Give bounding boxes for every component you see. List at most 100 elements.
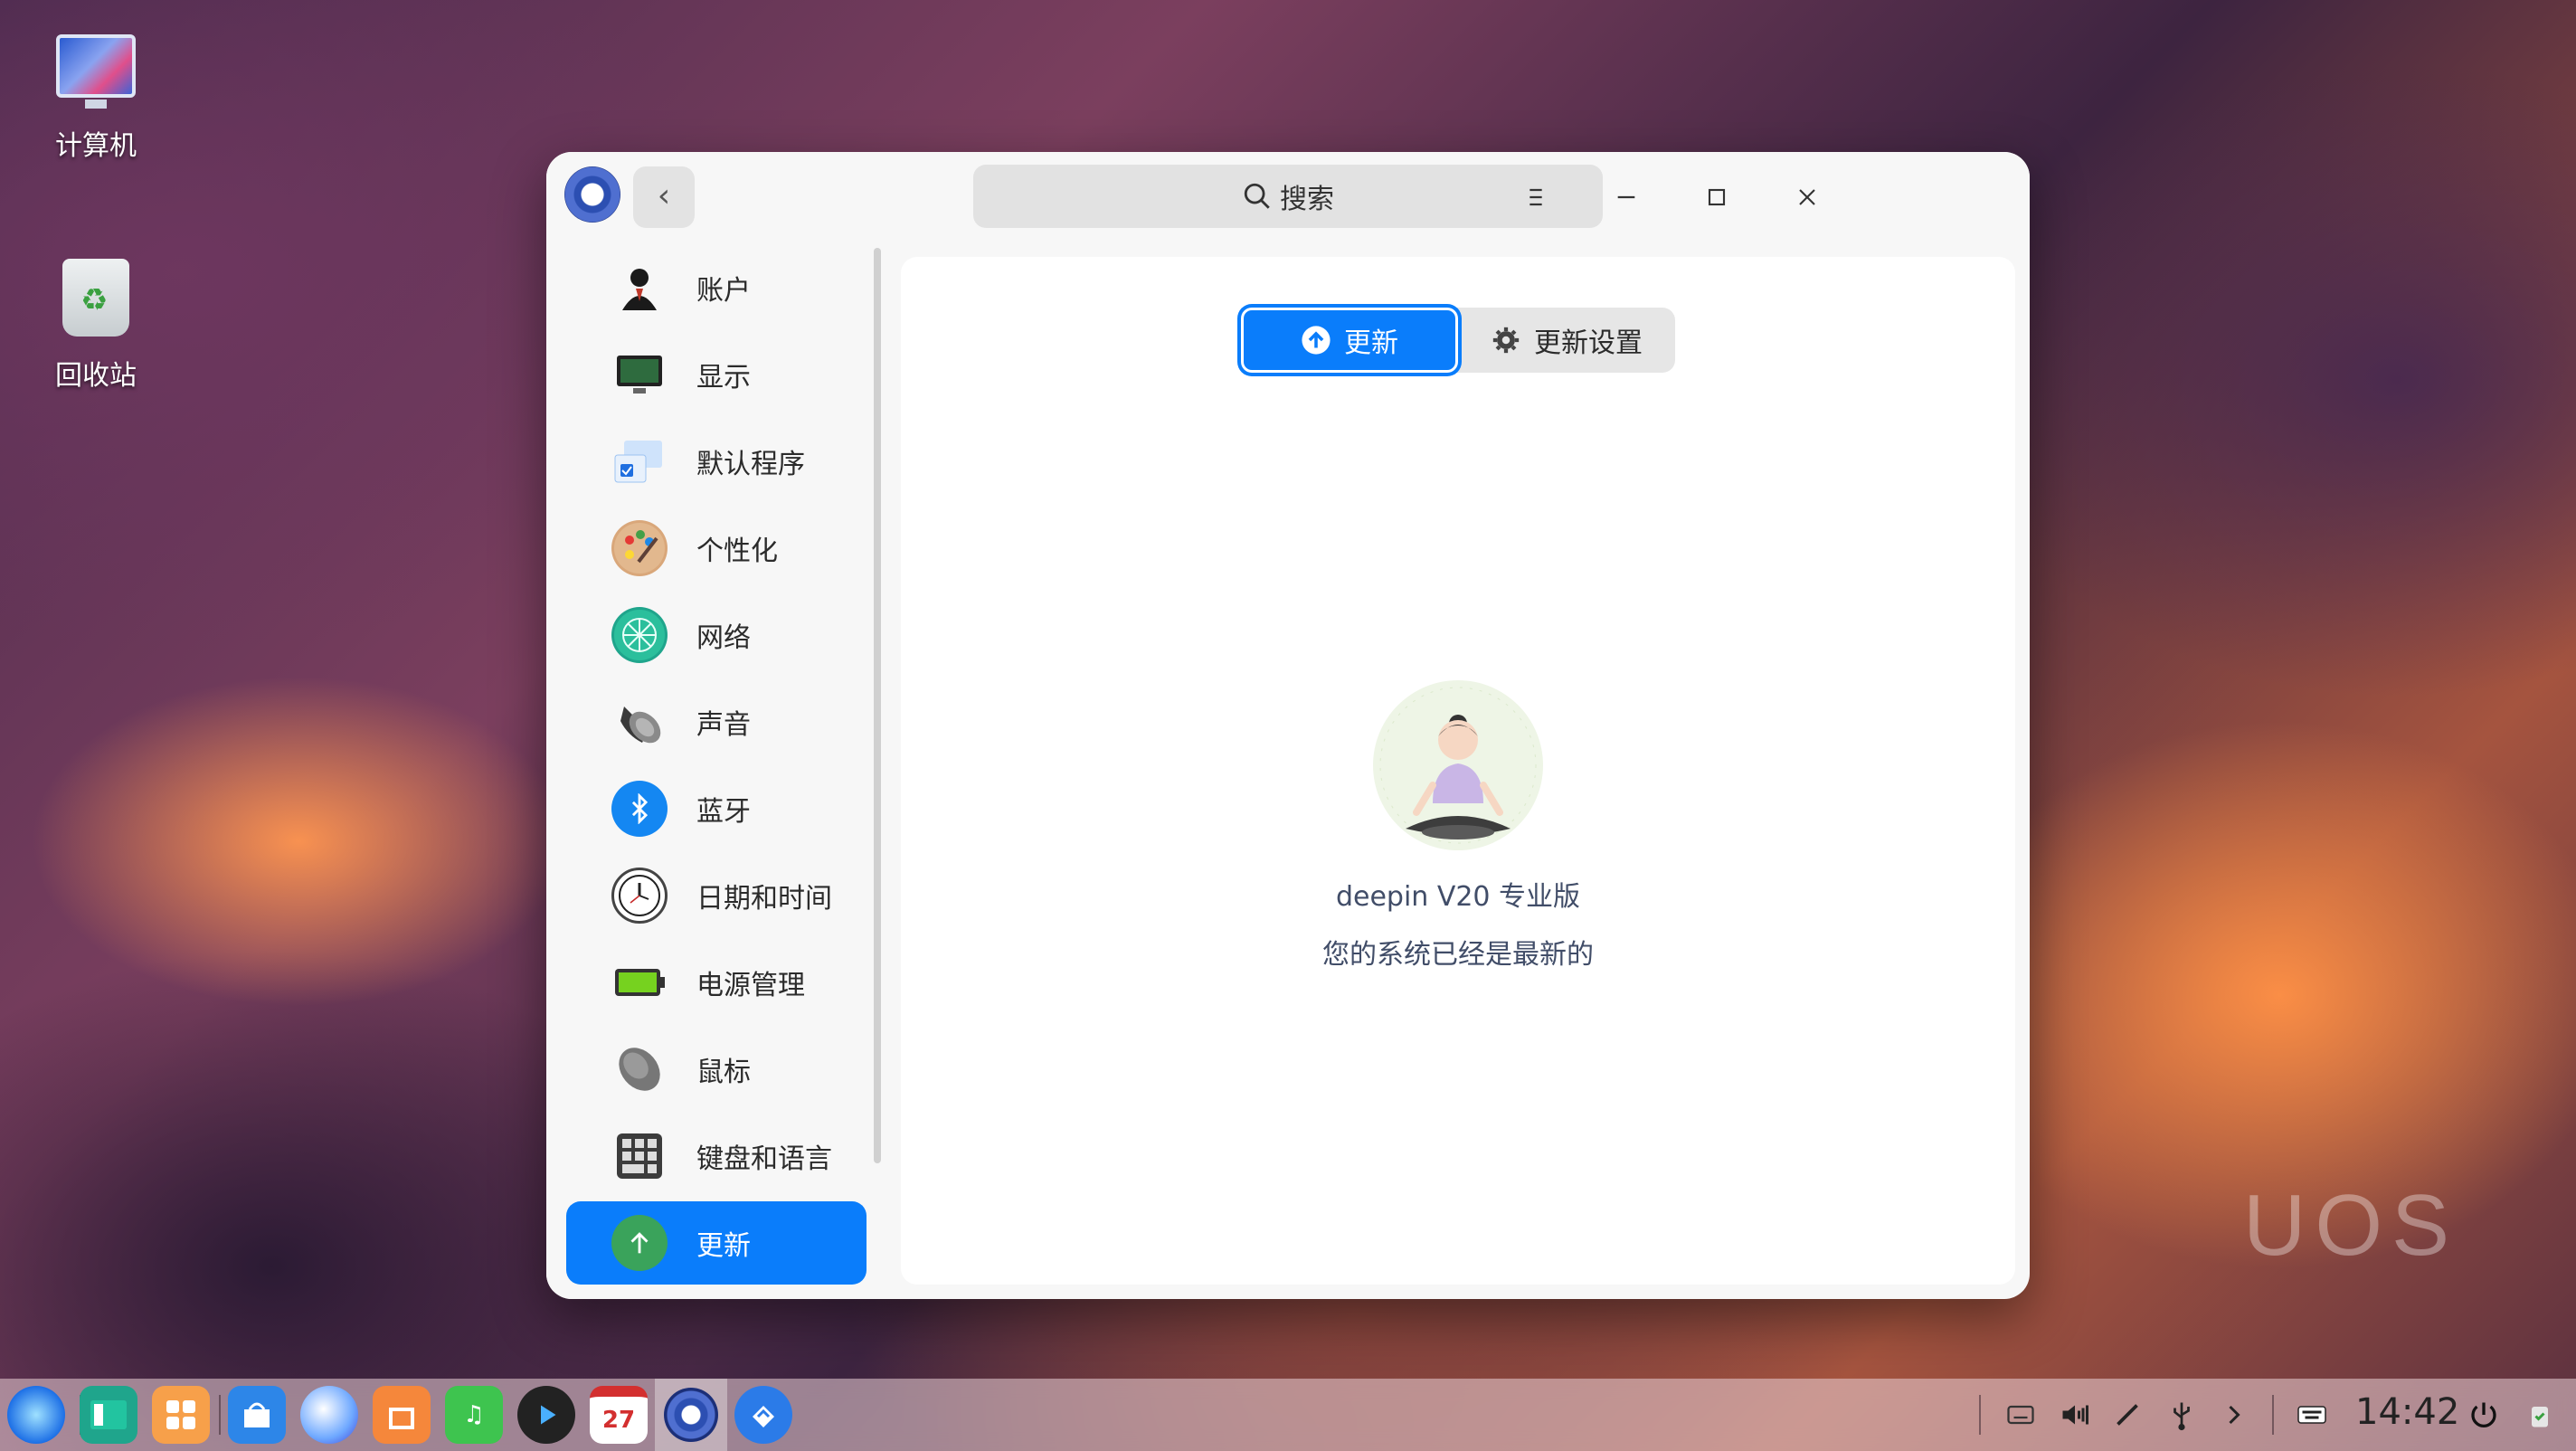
sidebar-item-label: 键盘和语言 xyxy=(696,1143,832,1175)
remote-assist-icon[interactable] xyxy=(734,1386,792,1444)
update-panel: 更新 更新设置 deepin V20 专业版 您的系统已经是最新的 xyxy=(901,257,2015,1285)
back-button[interactable]: ‹ xyxy=(633,166,695,228)
taskbar: ♫ 27 14:42 xyxy=(0,1379,2576,1451)
sidebar-item-bluetooth[interactable]: 蓝牙 xyxy=(566,767,867,850)
clock-icon xyxy=(611,868,668,924)
update-status: 您的系统已经是最新的 xyxy=(1322,939,1594,971)
sidebar-item-label: 默认程序 xyxy=(696,449,805,480)
desktop-trash-label: 回收站 xyxy=(55,360,137,392)
calendar-icon[interactable]: 27 xyxy=(590,1386,648,1444)
battery-icon xyxy=(611,954,668,1010)
app-store-icon[interactable] xyxy=(228,1386,286,1444)
volume-icon xyxy=(2062,1405,2088,1425)
menu-icon xyxy=(1530,188,1542,206)
sidebar-item-label: 个性化 xyxy=(696,536,778,567)
minimize-icon xyxy=(1617,195,1635,199)
sidebar-item-label: 蓝牙 xyxy=(696,796,751,828)
account-icon xyxy=(611,260,668,316)
update-tabs: 更新 更新设置 xyxy=(1241,308,1675,373)
desktop-computer[interactable]: 计算机 xyxy=(33,25,159,163)
chevron-right-icon xyxy=(2229,1405,2240,1425)
maximize-icon xyxy=(1708,188,1726,206)
browser-icon[interactable] xyxy=(300,1386,358,1444)
control-center-dock-icon[interactable] xyxy=(655,1379,727,1451)
minimize-button[interactable] xyxy=(1594,165,1659,230)
upload-arrow-icon xyxy=(1302,326,1331,355)
pen-icon xyxy=(2117,1404,2138,1426)
dock-separator xyxy=(219,1395,221,1435)
keyboard-icon xyxy=(611,1128,668,1184)
default-apps-icon xyxy=(611,433,668,489)
trash-small-icon xyxy=(2532,1407,2548,1427)
sidebar-item-sound[interactable]: 声音 xyxy=(566,680,867,763)
tray-separator xyxy=(1979,1395,1981,1435)
keyboard-layout-tray[interactable] xyxy=(2001,1395,2041,1435)
search-icon xyxy=(1244,183,1270,209)
sidebar-item-label: 鼠标 xyxy=(696,1057,751,1088)
control-center-window: ‹ 搜索 账户 显示 默认程序 个性化 网络 声音 蓝牙 日期和时间 电源管理 … xyxy=(546,152,2030,1299)
sidebar-item-default-apps[interactable]: 默认程序 xyxy=(566,420,867,503)
usb-tray[interactable] xyxy=(2162,1395,2202,1435)
control-center-logo-icon xyxy=(564,166,620,223)
bluetooth-icon xyxy=(611,781,668,837)
update-icon xyxy=(611,1215,668,1271)
tab-update-settings-label: 更新设置 xyxy=(1534,327,1643,359)
sidebar-item-mouse[interactable]: 鼠标 xyxy=(566,1028,867,1111)
music-icon[interactable]: ♫ xyxy=(445,1386,503,1444)
sidebar-item-display[interactable]: 显示 xyxy=(566,333,867,416)
trash-tray[interactable] xyxy=(2520,1395,2560,1435)
clock[interactable]: 14:42 xyxy=(2355,1391,2459,1433)
close-icon xyxy=(1799,189,1815,205)
sidebar-item-power[interactable]: 电源管理 xyxy=(566,941,867,1024)
network-icon xyxy=(611,607,668,663)
mouse-icon xyxy=(611,1041,668,1097)
video-icon[interactable] xyxy=(517,1386,575,1444)
titlebar: ‹ 搜索 xyxy=(546,152,2030,242)
multitasking-icon[interactable] xyxy=(152,1386,210,1444)
tab-update[interactable]: 更新 xyxy=(1241,308,1458,373)
sidebar-item-keyboard[interactable]: 键盘和语言 xyxy=(566,1114,867,1198)
keyboard-icon xyxy=(2297,1406,2326,1424)
maximize-button[interactable] xyxy=(1684,165,1749,230)
sidebar-item-label: 日期和时间 xyxy=(696,883,832,915)
sidebar-item-accounts[interactable]: 账户 xyxy=(566,246,867,329)
search-placeholder: 搜索 xyxy=(1280,184,1334,215)
tray-separator xyxy=(2272,1395,2274,1435)
sidebar-item-label: 电源管理 xyxy=(696,970,805,1001)
volume-tray[interactable] xyxy=(2055,1395,2095,1435)
power-icon xyxy=(2471,1402,2496,1427)
calendar-day: 27 xyxy=(601,1407,636,1434)
sidebar-item-datetime[interactable]: 日期和时间 xyxy=(566,854,867,937)
tray-expand[interactable] xyxy=(2214,1395,2254,1435)
usb-icon xyxy=(2174,1402,2190,1431)
close-button[interactable] xyxy=(1775,165,1840,230)
sidebar-item-label: 网络 xyxy=(696,622,751,654)
power-tray[interactable] xyxy=(2464,1395,2504,1435)
tab-update-settings[interactable]: 更新设置 xyxy=(1458,308,1675,373)
sidebar-item-update[interactable]: 更新 xyxy=(566,1201,867,1285)
pen-tray[interactable] xyxy=(2107,1395,2147,1435)
sidebar-item-label: 显示 xyxy=(696,362,751,394)
tab-update-label: 更新 xyxy=(1344,327,1398,359)
sidebar-item-network[interactable]: 网络 xyxy=(566,593,867,677)
launcher-icon[interactable] xyxy=(7,1386,65,1444)
sidebar-scrollbar[interactable] xyxy=(874,248,881,1163)
sidebar-item-label: 更新 xyxy=(696,1230,751,1262)
meditation-illustration xyxy=(1373,680,1543,850)
menu-button[interactable] xyxy=(1503,165,1568,230)
sidebar-item-label: 声音 xyxy=(696,709,751,741)
personalization-icon xyxy=(611,520,668,576)
sidebar-item-personalization[interactable]: 个性化 xyxy=(566,507,867,590)
computer-icon xyxy=(54,25,137,109)
desktop-trash[interactable]: ♻ 回收站 xyxy=(33,255,159,393)
onscreen-keyboard-tray[interactable] xyxy=(2292,1395,2332,1435)
system-version: deepin V20 专业版 xyxy=(1335,881,1581,913)
trash-icon: ♻ xyxy=(54,255,137,338)
uos-watermark: UOS xyxy=(2243,1177,2459,1274)
shop-icon[interactable] xyxy=(373,1386,431,1444)
file-manager-icon[interactable] xyxy=(80,1386,137,1444)
sound-icon xyxy=(611,694,668,750)
sidebar: 账户 显示 默认程序 个性化 网络 声音 蓝牙 日期和时间 电源管理 鼠标 键盘… xyxy=(546,242,879,1299)
display-icon xyxy=(611,346,668,403)
gear-icon xyxy=(1492,327,1520,354)
